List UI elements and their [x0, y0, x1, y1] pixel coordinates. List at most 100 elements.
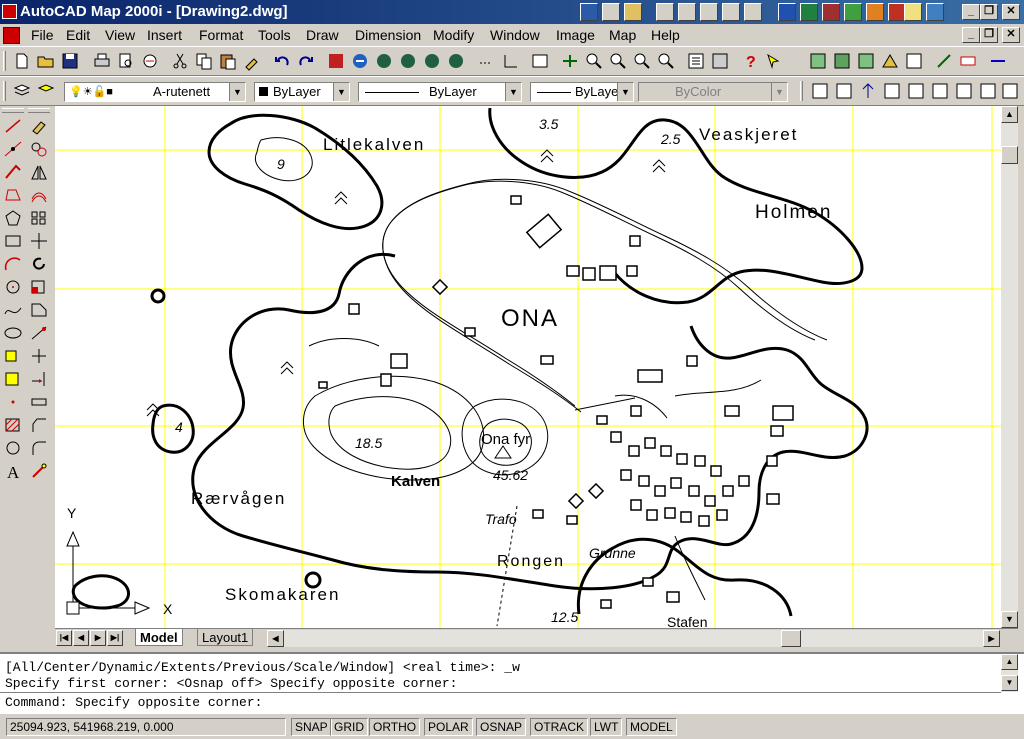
toolbar-grip[interactable] — [28, 108, 50, 113]
polygon-icon[interactable] — [2, 185, 24, 205]
map-tool-icon-1[interactable] — [808, 51, 828, 71]
excel-icon[interactable] — [800, 3, 818, 21]
layer-dropdown[interactable]: 💡☀🔓■ A-rutenett ▼ — [64, 82, 246, 102]
restore-button[interactable]: ❐ — [980, 4, 998, 20]
explode-icon[interactable] — [28, 461, 50, 481]
doc-minimize-button[interactable]: _ — [962, 27, 980, 43]
document-icon[interactable] — [3, 27, 20, 44]
map-tool-icon-4[interactable] — [880, 51, 900, 71]
toggle-otrack[interactable]: OTRACK — [530, 718, 589, 736]
taskbar-app-icon-1[interactable] — [580, 3, 598, 21]
map-tool-icon-7[interactable] — [958, 51, 978, 71]
toggle-ortho[interactable]: ORTHO — [369, 718, 421, 736]
zoom-window-icon[interactable] — [608, 51, 628, 71]
lengthen-icon[interactable] — [28, 323, 50, 343]
drawing-canvas[interactable]: Litlekalven Veaskjeret Holmen ONA Ona fy… — [55, 106, 1001, 628]
doc-restore-button[interactable]: ❐ — [980, 27, 998, 43]
first-tab-button[interactable]: |◀ — [56, 630, 72, 646]
tab-layout1[interactable]: Layout1 — [197, 629, 254, 646]
break-icon[interactable] — [28, 392, 50, 412]
rotate-icon[interactable] — [28, 254, 50, 274]
publish-icon[interactable] — [140, 51, 160, 71]
browse-web-icon[interactable] — [350, 51, 370, 71]
print-preview-icon[interactable] — [116, 51, 136, 71]
map-attach-icon[interactable] — [834, 81, 854, 101]
vertical-scroll-thumb[interactable] — [1001, 146, 1018, 164]
ellipse-icon[interactable] — [2, 323, 24, 343]
menu-view[interactable]: View — [105, 27, 135, 43]
map-tool-icon-8[interactable] — [988, 51, 1008, 71]
notes-icon[interactable] — [904, 3, 922, 21]
close-button[interactable]: ✕ — [1002, 4, 1020, 20]
toggle-lwt[interactable]: LWT — [590, 718, 623, 736]
zoom-realtime-icon[interactable] — [584, 51, 604, 71]
menu-map[interactable]: Map — [609, 27, 636, 43]
prev-tab-button[interactable]: ◀ — [73, 630, 89, 646]
scroll-down-button[interactable]: ▼ — [1001, 611, 1018, 628]
zoom-extents-icon[interactable] — [656, 51, 676, 71]
toggle-snap[interactable]: SNAP — [291, 718, 332, 736]
multiline-text-icon[interactable]: A — [2, 461, 24, 481]
word-icon[interactable] — [778, 3, 796, 21]
command-scroll-down-button[interactable]: ▼ — [1001, 675, 1018, 691]
trim-icon[interactable] — [28, 346, 50, 366]
toggle-model[interactable]: MODEL — [626, 718, 677, 736]
taskbar-app-icon-4[interactable] — [656, 3, 674, 21]
app-icon[interactable] — [2, 4, 17, 19]
last-tab-button[interactable]: ▶| — [107, 630, 123, 646]
match-properties-icon[interactable] — [242, 51, 262, 71]
linetype-dropdown[interactable]: ByLayer ▼ — [358, 82, 522, 102]
taskbar-app-icon-2[interactable] — [602, 3, 620, 21]
circle-icon[interactable] — [2, 277, 24, 297]
menu-edit[interactable]: Edit — [66, 27, 90, 43]
toolbar-grip[interactable] — [3, 51, 6, 71]
menu-window[interactable]: Window — [490, 27, 540, 43]
map-topology-icon[interactable] — [858, 81, 878, 101]
design-center-icon[interactable] — [710, 51, 730, 71]
minimize-button[interactable]: _ — [962, 4, 980, 20]
horizontal-scroll-thumb[interactable] — [781, 630, 801, 647]
line-icon[interactable] — [2, 116, 24, 136]
make-block-icon[interactable] — [2, 369, 24, 389]
map-import-icon[interactable] — [954, 81, 974, 101]
taskbar-app-icon-8[interactable] — [744, 3, 762, 21]
arc-icon[interactable] — [2, 254, 24, 274]
menu-insert[interactable]: Insert — [147, 27, 182, 43]
globe-icon-2[interactable] — [398, 51, 418, 71]
new-file-icon[interactable] — [12, 51, 32, 71]
whats-this-icon[interactable] — [764, 51, 784, 71]
chevron-down-icon[interactable]: ▼ — [333, 83, 349, 101]
taskbar-app-icon-3[interactable] — [624, 3, 642, 21]
command-scrollbar[interactable]: ▲ ▼ — [1001, 654, 1018, 692]
copy-object-icon[interactable] — [28, 139, 50, 159]
map-link-icon[interactable] — [906, 81, 926, 101]
ucs-icon[interactable] — [500, 51, 520, 71]
map-tool-icon-5[interactable] — [904, 51, 924, 71]
offset-icon[interactable] — [28, 185, 50, 205]
spline-icon[interactable] — [2, 300, 24, 320]
menu-tools[interactable]: Tools — [258, 27, 291, 43]
coordinate-display[interactable]: 25094.923, 541968.219, 0.000 — [6, 718, 286, 736]
map-object-data-icon[interactable] — [882, 81, 902, 101]
chevron-down-icon[interactable]: ▼ — [617, 83, 633, 101]
map-display-icon[interactable] — [978, 81, 998, 101]
menu-dimension[interactable]: Dimension — [355, 27, 421, 43]
stretch-icon[interactable] — [28, 300, 50, 320]
map-tool-icon-3[interactable] — [856, 51, 876, 71]
color-dropdown[interactable]: ByLayer ▼ — [254, 82, 350, 102]
taskbar-app-icon-5[interactable] — [678, 3, 696, 21]
globe-icon-3[interactable] — [422, 51, 442, 71]
array-icon[interactable] — [28, 208, 50, 228]
project-icon[interactable] — [844, 3, 862, 21]
insert-block-icon[interactable] — [2, 346, 24, 366]
globe-icon-1[interactable] — [374, 51, 394, 71]
make-layer-current-icon[interactable] — [36, 81, 56, 101]
polyline-icon[interactable] — [2, 162, 24, 182]
doc-close-button[interactable]: ✕ — [1002, 27, 1020, 43]
region-icon[interactable] — [2, 438, 24, 458]
extend-icon[interactable] — [28, 369, 50, 389]
map-query-icon[interactable] — [810, 81, 830, 101]
menu-image[interactable]: Image — [556, 27, 595, 43]
desktop-icon[interactable] — [926, 3, 944, 21]
tab-model[interactable]: Model — [135, 629, 183, 646]
